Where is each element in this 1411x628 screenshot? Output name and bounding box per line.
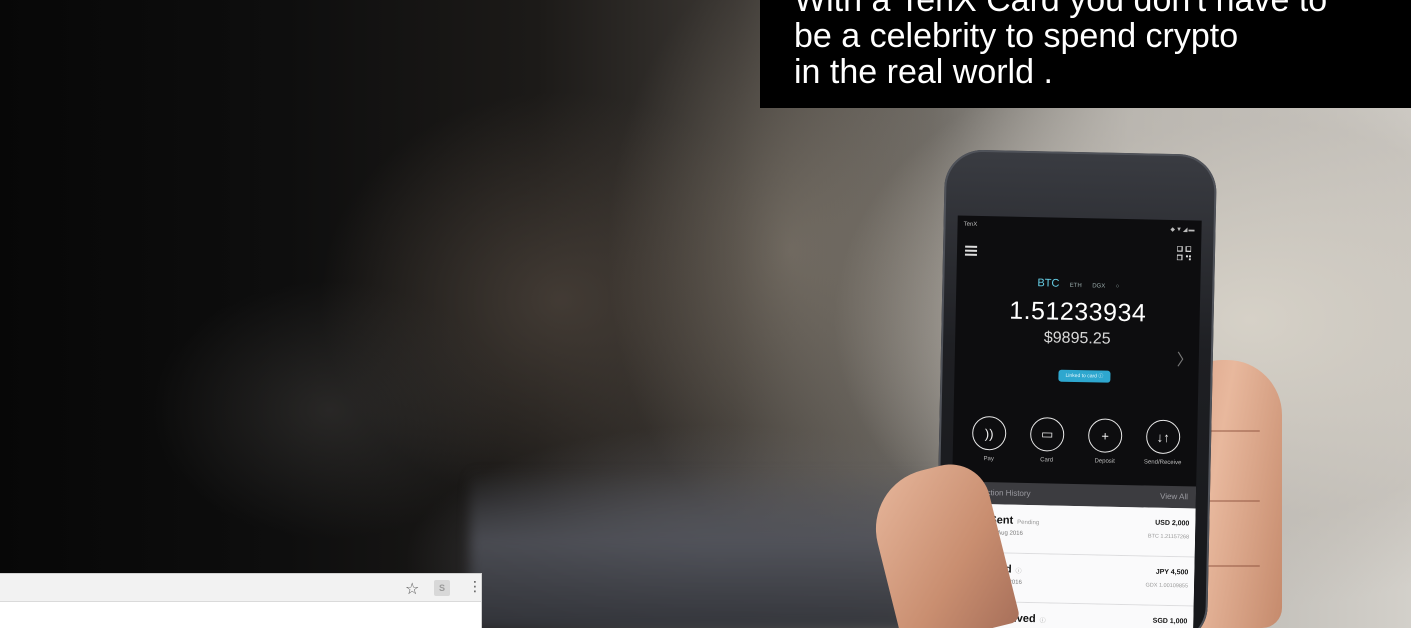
extension-icon[interactable]: S xyxy=(434,580,450,596)
tab-more[interactable]: ○ xyxy=(1116,284,1120,290)
transaction-amount: SGD 1,000 xyxy=(1152,617,1188,626)
transaction-crypto-amount: GDX 1.00109855 xyxy=(1145,582,1189,590)
send-receive-button[interactable]: ↓↑ Send/Receive xyxy=(1137,419,1190,466)
tab-eth[interactable]: ETH xyxy=(1070,283,1082,289)
fiat-balance: $9895.25 xyxy=(1043,329,1111,348)
pay-label: Pay xyxy=(983,456,994,463)
headline-box: With a TenX Card you don't have to be a … xyxy=(760,0,1411,108)
tab-btc[interactable]: BTC xyxy=(1037,277,1059,289)
transaction-status: ⓘ xyxy=(1039,618,1046,625)
card-icon: ▭ xyxy=(1029,417,1065,452)
plus-icon: + xyxy=(1087,418,1123,453)
send-receive-label: Send/Receive xyxy=(1143,459,1182,467)
qr-code-icon[interactable] xyxy=(1176,246,1192,261)
headline-line-3: in the real world . xyxy=(794,53,1053,91)
status-bar: TenX ◆▼◢▬ xyxy=(963,221,1196,239)
linked-to-card-badge[interactable]: Linked to card ⓘ xyxy=(1058,369,1111,383)
deposit-button[interactable]: + Deposit xyxy=(1079,418,1132,465)
headline-line-1: With a TenX Card you don't have to xyxy=(794,0,1328,19)
action-bar: )) Pay ▭ Card + Deposit ↓↑ Send/Receive xyxy=(952,415,1197,480)
transaction-crypto-amount: BTC 1.21157268 xyxy=(1147,533,1190,541)
transaction-amount: USD 2,000 xyxy=(1155,519,1190,528)
card-button[interactable]: ▭ Card xyxy=(1021,417,1074,464)
status-app-name: TenX xyxy=(963,221,978,228)
bookmark-star-icon[interactable]: ☆ xyxy=(405,579,419,599)
deposit-label: Deposit xyxy=(1094,458,1115,465)
pay-button[interactable]: )) Pay xyxy=(963,415,1016,463)
currency-tabs: BTC ETH DGX ○ xyxy=(956,271,1200,294)
crypto-balance: 1.51233934 xyxy=(1008,296,1147,328)
card-label: Card xyxy=(1040,457,1054,464)
tab-dgx[interactable]: DGX xyxy=(1092,283,1105,289)
browser-toolbar: ☆ S ⋮ xyxy=(0,574,482,602)
browser-menu-icon[interactable]: ⋮ xyxy=(468,578,482,595)
transaction-status: ⓘ xyxy=(1015,568,1022,575)
transaction-status: Pending xyxy=(1017,519,1040,527)
send-receive-icon: ↓↑ xyxy=(1145,419,1181,455)
headline-line-2: be a celebrity to spend crypto xyxy=(794,17,1239,55)
view-all-link[interactable]: View All xyxy=(1160,486,1188,509)
browser-content xyxy=(0,602,481,628)
pay-icon: )) xyxy=(971,415,1007,451)
chevron-right-icon[interactable]: 〉 xyxy=(1177,346,1194,370)
browser-window: ☆ S ⋮ xyxy=(0,573,482,628)
transaction-amount: JPY 4,500 xyxy=(1155,568,1189,577)
status-icons: ◆▼◢▬ xyxy=(1170,226,1196,234)
background-blur xyxy=(150,280,510,540)
hamburger-menu-icon[interactable] xyxy=(964,245,978,256)
